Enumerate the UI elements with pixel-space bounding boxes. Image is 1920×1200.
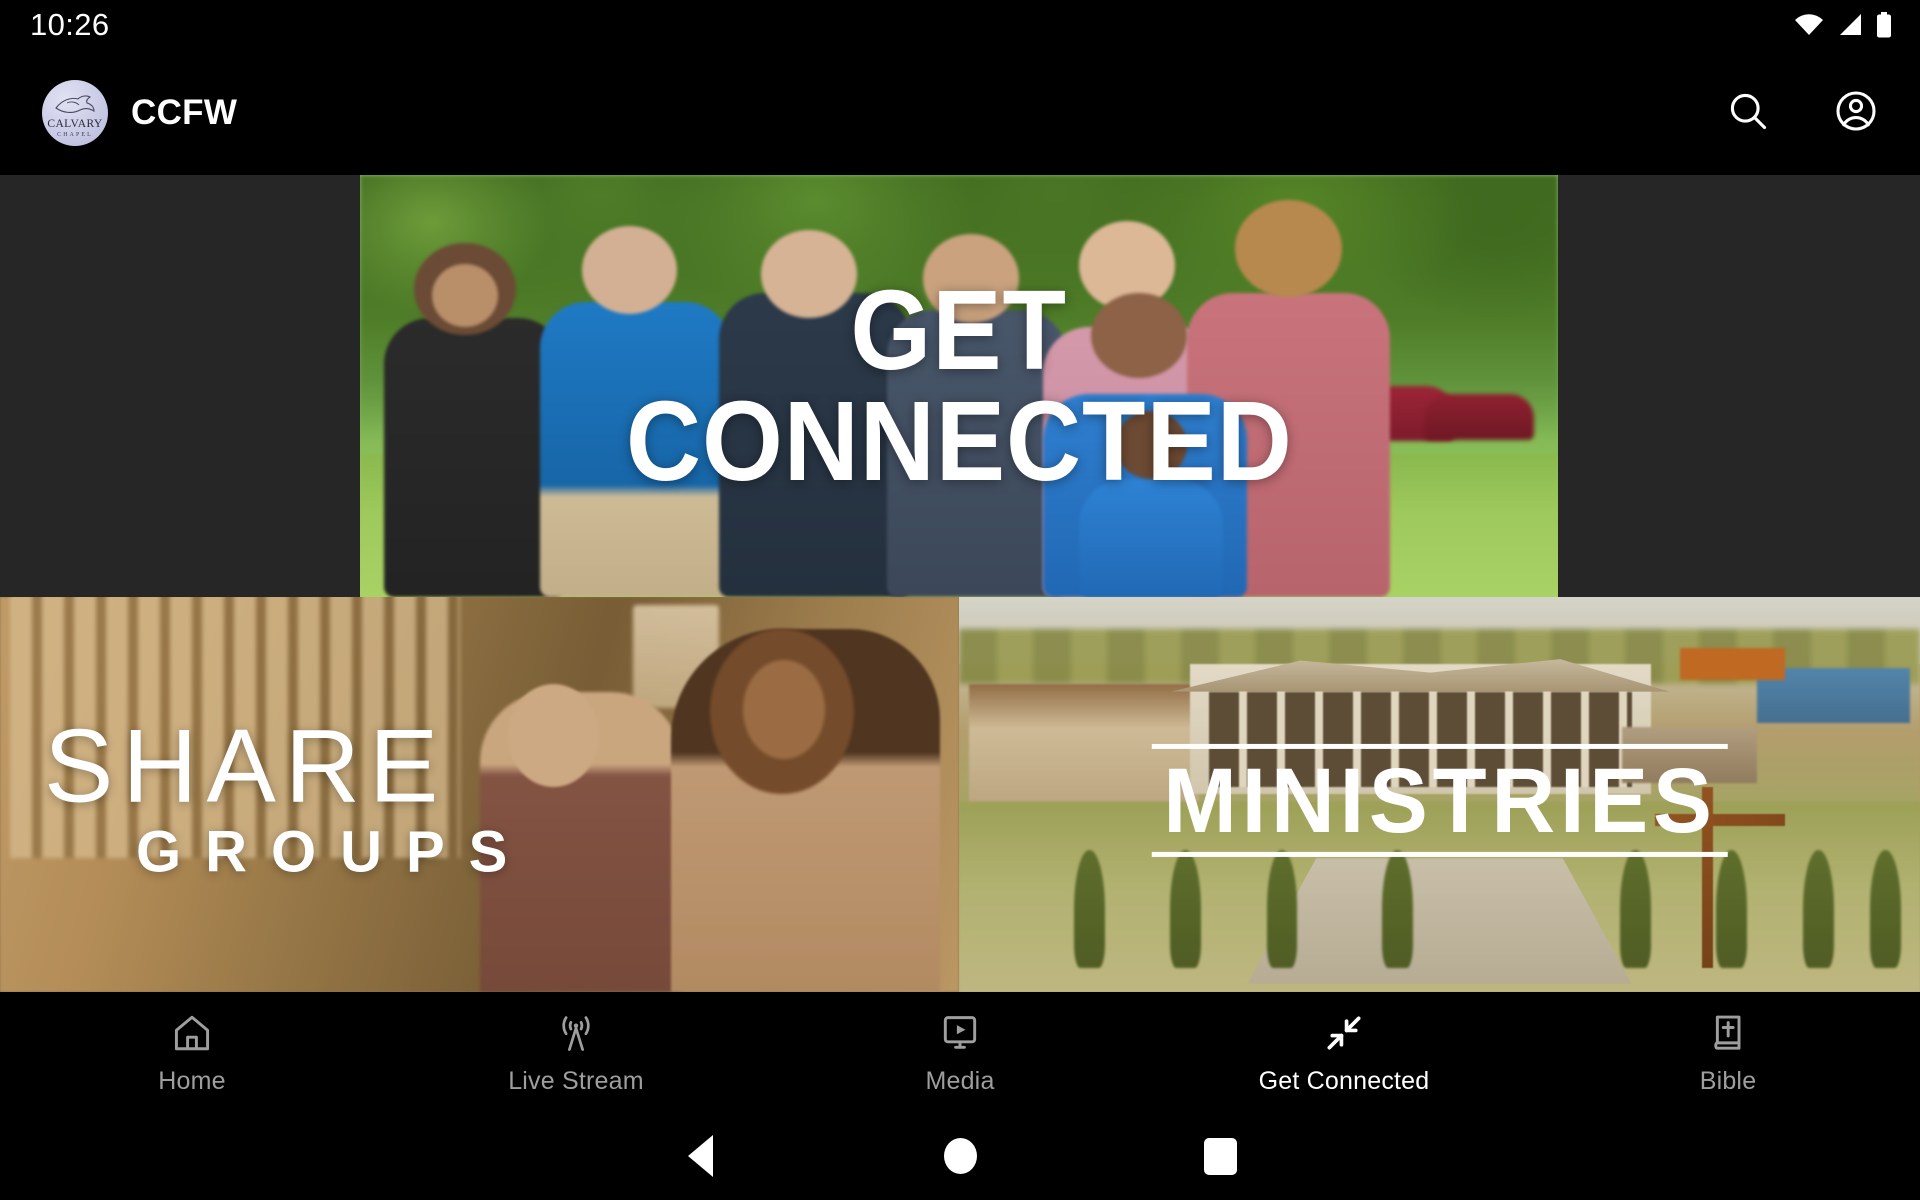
android-home-button[interactable] bbox=[830, 1138, 1090, 1174]
nav-label-bible: Bible bbox=[1699, 1067, 1757, 1095]
recents-square-icon bbox=[1203, 1137, 1237, 1175]
bible-book-icon bbox=[1706, 1008, 1750, 1058]
search-icon bbox=[1726, 89, 1770, 136]
wifi-icon bbox=[1794, 13, 1824, 37]
cellular-signal-icon bbox=[1837, 13, 1863, 37]
nav-item-get-connected[interactable]: Get Connected bbox=[1152, 992, 1536, 1112]
get-connected-hero-banner[interactable]: GET CONNECTED bbox=[360, 175, 1558, 597]
app-title: CCFW bbox=[131, 92, 238, 132]
media-play-monitor-icon bbox=[938, 1008, 982, 1058]
android-system-nav bbox=[0, 1112, 1920, 1200]
status-bar: 10:26 bbox=[0, 0, 1920, 50]
status-bar-icons bbox=[1794, 12, 1892, 38]
nav-label-live-stream: Live Stream bbox=[508, 1067, 644, 1095]
app-screen: 10:26 CALVARY CHAPEL CCFW GET CONNECTED … bbox=[0, 0, 1920, 1200]
broadcast-tower-icon bbox=[554, 1008, 598, 1058]
feature-cards-row: SHARE GROUPS MINISTRIES bbox=[0, 597, 1920, 992]
app-bar-actions bbox=[1720, 85, 1884, 141]
share-groups-card[interactable]: SHARE GROUPS bbox=[0, 597, 959, 992]
account-button[interactable] bbox=[1828, 85, 1884, 141]
nav-label-home: Home bbox=[158, 1067, 226, 1095]
bottom-navigation-bar: Home Live Stream Media Get Connected Bib… bbox=[0, 992, 1920, 1112]
nav-label-get-connected: Get Connected bbox=[1258, 1067, 1430, 1095]
nav-item-live-stream[interactable]: Live Stream bbox=[384, 992, 768, 1112]
home-icon bbox=[170, 1008, 214, 1058]
logo-word-chapel: CHAPEL bbox=[57, 131, 93, 138]
nav-item-home[interactable]: Home bbox=[0, 992, 384, 1112]
logo-word-calvary: CALVARY bbox=[47, 118, 103, 130]
calvary-chapel-logo: CALVARY CHAPEL bbox=[42, 79, 108, 146]
battery-icon bbox=[1876, 12, 1892, 38]
app-brand[interactable]: CALVARY CHAPEL CCFW bbox=[42, 79, 238, 146]
connect-arrows-icon bbox=[1322, 1008, 1366, 1058]
nav-item-media[interactable]: Media bbox=[768, 992, 1152, 1112]
content-area: GET CONNECTED SHARE GROUPS MINISTRIES bbox=[0, 175, 1920, 992]
app-bar: CALVARY CHAPEL CCFW bbox=[0, 50, 1920, 175]
android-back-button[interactable] bbox=[570, 1135, 830, 1177]
account-circle-icon bbox=[1833, 88, 1879, 137]
nav-item-bible[interactable]: Bible bbox=[1536, 992, 1920, 1112]
search-button[interactable] bbox=[1720, 85, 1776, 141]
nav-label-media: Media bbox=[925, 1067, 995, 1095]
hero-photo bbox=[360, 175, 1558, 597]
back-triangle-icon bbox=[687, 1135, 713, 1177]
ministries-card[interactable]: MINISTRIES bbox=[959, 597, 1920, 992]
status-bar-clock: 10:26 bbox=[30, 7, 110, 42]
home-circle-icon bbox=[943, 1138, 977, 1174]
android-recents-button[interactable] bbox=[1090, 1137, 1350, 1175]
dove-icon bbox=[55, 94, 95, 113]
